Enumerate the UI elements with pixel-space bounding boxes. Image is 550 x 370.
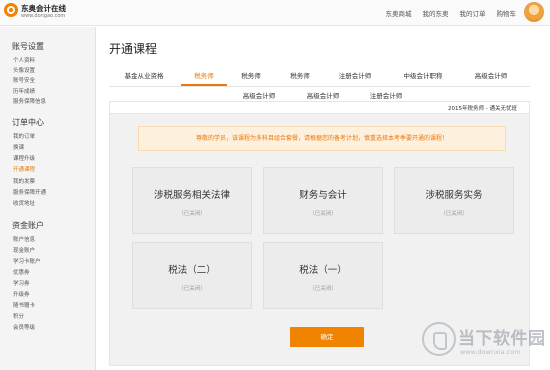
course-status: （已关闭） xyxy=(178,286,206,292)
sidebar-group-funds: 资金账户 xyxy=(12,221,44,230)
notice-banner: 尊敬的学员，该课程为多科目组合套餐，请根据您的备考计划，慎重选择本考季要开通的课… xyxy=(138,126,506,151)
sidebar-item-service-info[interactable]: 服务保障信息 xyxy=(13,97,46,105)
course-card[interactable]: 财务与会计 （已关闭） xyxy=(263,167,383,234)
link-my-dongao[interactable]: 我的东奥 xyxy=(423,8,449,18)
course-title: 涉税服务实务 xyxy=(425,190,483,201)
page-title: 开通课程 xyxy=(109,42,158,56)
watermark: 当下软件园 www.downxia.com xyxy=(422,322,546,362)
sidebar-item-coupons[interactable]: 优惠券 xyxy=(13,268,30,276)
link-cart[interactable]: 购物车 xyxy=(497,8,517,18)
tab-cpa-2[interactable]: 注册会计师 xyxy=(370,90,403,100)
course-card[interactable]: 税法（一） （已关闭） xyxy=(263,242,383,309)
logo-icon xyxy=(4,3,18,17)
sidebar-item-invoices[interactable]: 我的发票 xyxy=(13,177,35,185)
sidebar-item-security[interactable]: 账号安全 xyxy=(13,76,35,84)
course-title: 税法（一） xyxy=(299,265,347,276)
tab-intermediate-accountant[interactable]: 中级会计职称 xyxy=(404,70,443,80)
sidebar-item-member-level[interactable]: 会员等级 xyxy=(13,323,35,331)
logo[interactable]: 东奥会计在线 www.dongao.com xyxy=(4,2,74,24)
confirm-button[interactable]: 确定 xyxy=(290,327,364,347)
sidebar-item-my-orders[interactable]: 我的订单 xyxy=(13,132,35,140)
tab-senior-accountant-3[interactable]: 高级会计师 xyxy=(307,90,340,100)
sidebar-item-study-card[interactable]: 学习卡账户 xyxy=(13,257,41,265)
panel-header: 2015年税务师 - 通关无忧班 xyxy=(110,102,529,114)
sidebar-item-change-course[interactable]: 换课 xyxy=(13,143,24,151)
tab-fund-qualification[interactable]: 基金从业资格 xyxy=(125,70,164,80)
tab-senior-accountant-2[interactable]: 高级会计师 xyxy=(243,90,276,100)
course-card[interactable]: 涉税服务相关法律 （已关闭） xyxy=(132,167,252,234)
link-dongao-mall[interactable]: 东奥商城 xyxy=(386,8,412,18)
sidebar: 账号设置 个人资料 头像设置 账号安全 历年成绩 服务保障信息 订单中心 我的订… xyxy=(0,27,96,370)
logo-url: www.dongao.com xyxy=(21,13,66,19)
sidebar-item-avatar[interactable]: 头像设置 xyxy=(13,66,35,74)
sidebar-item-profile[interactable]: 个人资料 xyxy=(13,56,35,64)
sidebar-item-study-voucher[interactable]: 学习券 xyxy=(13,279,30,287)
sidebar-item-points[interactable]: 积分 xyxy=(13,312,24,320)
link-my-orders[interactable]: 我的订单 xyxy=(460,8,486,18)
course-title: 涉税服务相关法律 xyxy=(153,190,230,201)
sidebar-item-scores[interactable]: 历年成绩 xyxy=(13,87,35,95)
sidebar-item-account-info[interactable]: 账户信息 xyxy=(13,235,35,243)
course-title: 税法（二） xyxy=(168,265,216,276)
tabs-divider xyxy=(109,86,530,87)
course-status: （已关闭） xyxy=(440,211,468,217)
sidebar-item-address[interactable]: 收货地址 xyxy=(13,199,35,207)
watermark-logo-icon xyxy=(422,322,456,356)
sidebar-item-cash[interactable]: 现金账户 xyxy=(13,246,35,254)
sidebar-group-orders: 订单中心 xyxy=(12,118,44,127)
watermark-url: www.downxia.com xyxy=(460,348,521,356)
tab-senior-accountant[interactable]: 高级会计师 xyxy=(475,70,508,80)
top-bar: 东奥会计在线 www.dongao.com 东奥商城 我的东奥 我的订单 购物车 xyxy=(0,0,550,26)
sidebar-item-open-course[interactable]: 开通课程 xyxy=(13,165,35,173)
avatar[interactable] xyxy=(524,2,544,22)
course-card[interactable]: 税法（二） （已关闭） xyxy=(132,242,252,309)
sidebar-group-account: 账号设置 xyxy=(12,42,44,51)
plan-label: 2015年税务师 - 通关无忧班 xyxy=(448,106,517,112)
course-title: 财务与会计 xyxy=(299,190,347,201)
course-card[interactable]: 涉税服务实务 （已关闭） xyxy=(394,167,514,234)
sidebar-item-upgrade[interactable]: 课程升级 xyxy=(13,154,35,162)
sidebar-item-service-open[interactable]: 服务保障开通 xyxy=(13,188,46,196)
tab-cpa[interactable]: 注册会计师 xyxy=(339,70,372,80)
tab-tax-advisor-active[interactable]: 税务师 xyxy=(194,70,214,80)
tab-tax-advisor-3[interactable]: 税务师 xyxy=(290,70,310,80)
tab-tax-advisor-2[interactable]: 税务师 xyxy=(241,70,261,80)
top-links: 东奥商城 我的东奥 我的订单 购物车 xyxy=(386,8,517,18)
sidebar-item-book-card[interactable]: 随书赠卡 xyxy=(13,301,35,309)
sidebar-item-upgrade-voucher[interactable]: 升级券 xyxy=(13,290,30,298)
watermark-text: 当下软件园 xyxy=(458,329,546,349)
course-status: （已关闭） xyxy=(309,286,337,292)
course-status: （已关闭） xyxy=(309,211,337,217)
course-status: （已关闭） xyxy=(178,211,206,217)
